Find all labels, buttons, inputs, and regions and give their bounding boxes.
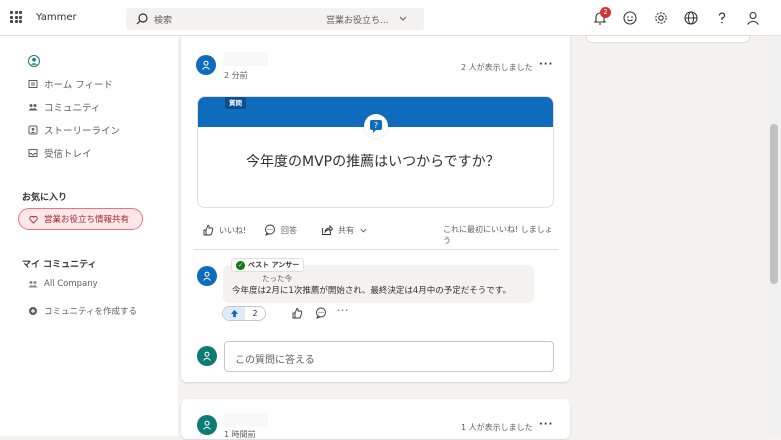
search-icon	[136, 13, 148, 25]
upvote-button[interactable]: 2	[222, 306, 266, 321]
left-nav: ホーム フィード コミュニティ ストーリーライン 受信トレイ お気に入り 営業お…	[0, 36, 178, 436]
help-icon[interactable]	[714, 10, 730, 26]
storyline-icon	[28, 125, 38, 135]
create-community-label: コミュニティを作成する	[44, 307, 137, 317]
nav-communities[interactable]: コミュニティ	[28, 100, 100, 114]
post2-time[interactable]: 1 時間前	[224, 429, 256, 440]
best-answer-badge: ✓ ベスト アンサー	[231, 258, 305, 272]
person-icon	[203, 351, 211, 361]
top-bar: Yammer 検索 営業お役立ち... 2	[0, 0, 781, 36]
question-icon: ?	[364, 114, 388, 138]
plus-circle-icon	[29, 307, 37, 315]
reply-text: 今年度は2月に1次推薦が開始され、最終決定は4月中の予定だそうです。	[232, 286, 511, 296]
scrollbar[interactable]	[767, 36, 781, 436]
nav-home-feed[interactable]: ホーム フィード	[28, 77, 113, 91]
post-card	[181, 36, 570, 382]
user-avatar-icon[interactable]	[28, 55, 40, 67]
nav-inbox[interactable]: 受信トレイ	[28, 146, 92, 160]
right-column-card	[586, 36, 750, 43]
search-input[interactable]: 検索	[154, 13, 172, 26]
thumbs-up-icon	[203, 225, 214, 236]
favorite-community-label: 営業お役立ち情報共有	[44, 215, 130, 225]
smiley-icon[interactable]	[622, 10, 638, 26]
inbox-icon	[28, 149, 38, 157]
favorite-community-item[interactable]: 営業お役立ち情報共有	[18, 208, 143, 230]
reply-more-button[interactable]: ···	[337, 306, 349, 315]
scrollbar-thumb[interactable]	[770, 124, 778, 284]
share-button[interactable]: 共有	[321, 224, 368, 236]
post2-author-name[interactable]	[224, 413, 268, 427]
thumbs-up-icon[interactable]	[291, 307, 303, 319]
communities-icon	[28, 104, 38, 111]
profile-icon[interactable]	[745, 10, 761, 26]
all-company-icon	[28, 281, 38, 288]
reply-label: 回答	[281, 225, 297, 235]
post2-author-avatar[interactable]	[197, 415, 217, 435]
nav-all-company-label: All Company	[44, 279, 98, 289]
post-author-name[interactable]	[224, 52, 268, 66]
answer-input[interactable]: この質問に答える	[224, 341, 554, 372]
nav-storyline-label: ストーリーライン	[44, 126, 121, 137]
nav-home-feed-label: ホーム フィード	[44, 80, 114, 91]
gear-icon[interactable]	[653, 10, 669, 26]
share-label: 共有	[338, 225, 354, 235]
check-icon: ✓	[236, 260, 245, 270]
post-more-button[interactable]: ···	[539, 59, 553, 70]
search-box[interactable]: 検索 営業お役立ち...	[126, 8, 424, 30]
nav-inbox-label: 受信トレイ	[44, 149, 92, 160]
upvote-arrow-icon	[223, 307, 245, 320]
post-time[interactable]: 2 分前	[224, 70, 248, 81]
app-name[interactable]: Yammer	[36, 12, 77, 23]
chevron-down-icon	[360, 228, 367, 232]
post-seen-by[interactable]: 2 人が表示しました	[461, 62, 533, 73]
person-icon	[203, 420, 211, 430]
question-card: 質問 ? 今年度のMVPの推薦はいつからですか？	[197, 96, 554, 208]
post2-seen-by[interactable]: 1 人が表示しました	[461, 422, 533, 433]
reply-author-avatar[interactable]	[197, 266, 217, 286]
post2-more-button[interactable]: ···	[539, 419, 553, 430]
post-divider	[194, 249, 558, 250]
upvote-count: 2	[252, 309, 258, 318]
comment-icon[interactable]	[315, 307, 327, 319]
current-user-avatar	[197, 346, 217, 366]
person-icon	[202, 60, 210, 70]
heart-icon	[29, 215, 38, 224]
my-communities-heading: マイ コミュニティ	[22, 260, 97, 270]
like-label: いいね!	[219, 225, 247, 235]
comment-icon	[265, 224, 275, 236]
home-feed-icon	[28, 80, 38, 88]
post-author-avatar[interactable]	[196, 55, 216, 75]
reply-button[interactable]: 回答	[264, 224, 297, 236]
like-prompt: これに最初にいいね! しましょう	[443, 225, 553, 245]
app-launcher-icon[interactable]	[10, 11, 22, 23]
nav-communities-label: コミュニティ	[44, 103, 101, 114]
question-text: 今年度のMVPの推薦はいつからですか？	[246, 154, 500, 170]
like-button[interactable]: いいね!	[202, 224, 246, 236]
best-answer-label: ベスト アンサー	[248, 261, 300, 269]
favorites-heading: お気に入り	[22, 193, 68, 203]
post-actions: いいね! 回答 共有 これに最初にいいね! しましょう	[197, 224, 557, 245]
notification-badge: 2	[600, 7, 611, 18]
globe-icon[interactable]	[683, 10, 699, 26]
share-icon	[322, 224, 333, 235]
person-icon	[203, 271, 211, 281]
create-community-button[interactable]: コミュニティを作成する	[28, 305, 137, 317]
svg-text:?: ?	[374, 121, 378, 130]
search-scope[interactable]: 営業お役立ち...	[326, 13, 389, 26]
chevron-down-icon[interactable]	[398, 14, 408, 24]
nav-all-company[interactable]: All Company	[28, 279, 98, 289]
reply-time[interactable]: たった今	[262, 273, 292, 284]
question-label: 質問	[225, 97, 246, 109]
nav-storyline[interactable]: ストーリーライン	[28, 123, 120, 137]
